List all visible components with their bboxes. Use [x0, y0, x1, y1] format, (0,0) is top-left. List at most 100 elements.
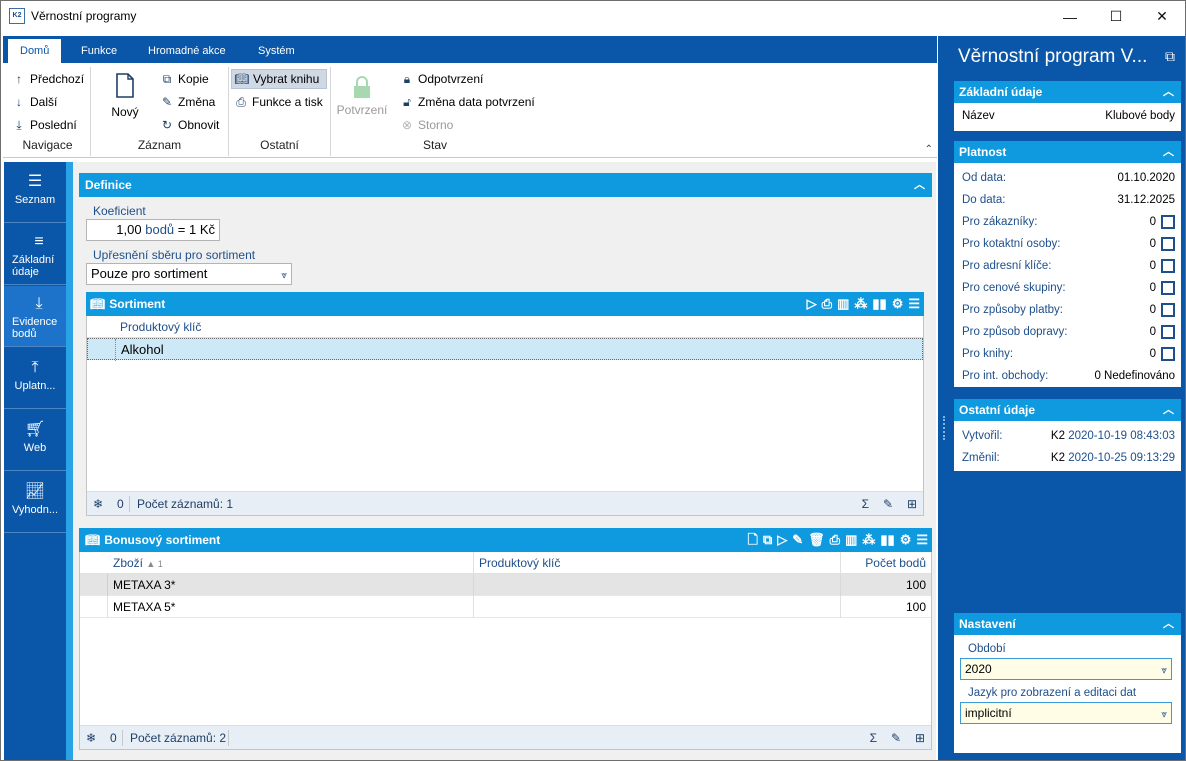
table-row[interactable]: METAXA 3* 100	[80, 574, 931, 596]
edit-icon[interactable]: ✎	[883, 492, 893, 516]
nav-vyhodnoceni[interactable]: 📈︎ Vyhodn...	[4, 472, 66, 533]
refresh-button[interactable]: ↻ Obnovit	[159, 115, 219, 135]
add-table-icon[interactable]: ⊞	[915, 726, 925, 750]
collapse-icon[interactable]: ︿	[1163, 86, 1175, 98]
nav-evidence-bodu[interactable]: ⤓ Evidence bodů	[4, 286, 66, 347]
refresh-label: Obnovit	[178, 118, 220, 132]
edit-icon[interactable]: ✎	[891, 726, 901, 750]
table-row[interactable]: Alkohol	[87, 338, 923, 361]
unconfirm-button[interactable]: 🔒︎ Odpotvrzení	[399, 69, 484, 89]
lang-select[interactable]: implicitní ⩔	[960, 702, 1172, 724]
add-table-icon[interactable]: ⊞	[907, 492, 917, 516]
upload-icon: ⤒	[31, 359, 39, 376]
coef-field[interactable]: 1,00 bodů = 1 Kč	[86, 219, 220, 241]
validity-checkbox[interactable]	[1161, 214, 1175, 229]
col-points[interactable]: Počet bodů	[841, 552, 931, 574]
nav-seznam[interactable]: ☰ Seznam	[4, 162, 66, 223]
gear-icon[interactable]: ⚙	[892, 292, 904, 316]
cell-product-key	[474, 596, 841, 618]
menu-icon[interactable]: ☰	[916, 528, 928, 552]
next-button[interactable]: ↓ Další	[11, 92, 57, 112]
choose-book-button[interactable]: 📖︎ Vybrat knihu	[231, 69, 327, 89]
refresh-icon: ↻	[161, 118, 173, 132]
collapse-icon[interactable]: ︿	[914, 179, 926, 191]
bar-chart-icon[interactable]: ▥	[845, 528, 857, 552]
collapse-icon[interactable]: ︿	[1163, 404, 1175, 416]
validity-checkbox[interactable]	[1161, 302, 1175, 317]
columns-icon[interactable]: ▮▮	[872, 292, 886, 316]
pane-splitter[interactable]	[938, 36, 950, 760]
group-icon[interactable]: ⁂	[854, 292, 867, 316]
collapse-ribbon-icon[interactable]: ⌃	[925, 144, 933, 155]
col-goods[interactable]: Zboží ▲ 1	[108, 552, 474, 574]
close-button[interactable]: ✕	[1139, 1, 1185, 32]
play-icon[interactable]: ▷	[807, 292, 817, 316]
tab-hromadne-akce[interactable]: Hromadné akce	[136, 39, 238, 63]
snowflake-icon[interactable]: ❄	[86, 726, 96, 750]
prev-button[interactable]: ↑ Předchozí	[11, 69, 84, 89]
menu-icon[interactable]: ☰	[908, 292, 920, 316]
validity-item-value: 0	[1149, 282, 1156, 294]
printer-icon[interactable]: ⎙	[830, 528, 840, 552]
copy-icon[interactable]: ⧉	[763, 528, 772, 552]
book-icon: 📖︎	[90, 297, 106, 311]
changed-label: Změnil:	[962, 452, 1000, 464]
maximize-button[interactable]: ☐	[1093, 1, 1139, 32]
col-product-key[interactable]: Produktový klíč	[115, 316, 201, 338]
record-group: Nový ⧉ Kopie ✎ Změna ↻ Obnovit Záznam	[91, 67, 229, 156]
tab-domu[interactable]: Domů	[8, 39, 62, 63]
external-link-icon[interactable]: ⧉	[1165, 48, 1175, 65]
trash-icon[interactable]: 🗑︎	[808, 528, 825, 552]
row-selector[interactable]	[88, 339, 116, 361]
cell-goods: METAXA 3*	[108, 574, 474, 596]
period-select[interactable]: 2020 ⩔	[960, 658, 1172, 680]
row-selector[interactable]	[80, 574, 108, 596]
group-icon[interactable]: ⁂	[862, 528, 875, 552]
copy-label: Kopie	[178, 72, 209, 86]
name-label: Název	[962, 110, 995, 122]
columns-icon[interactable]: ▮▮	[880, 528, 894, 552]
storno-button[interactable]: ⊗ Storno	[399, 115, 453, 135]
validity-item-customers: Pro zákazníky: 0	[954, 211, 1181, 233]
tab-system[interactable]: Systém	[246, 39, 307, 63]
new-label: Nový	[111, 105, 139, 119]
tab-funkce[interactable]: Funkce	[69, 39, 129, 63]
col-product-key[interactable]: Produktový klíč	[474, 552, 841, 574]
name-row: Název Klubové body	[954, 105, 1181, 127]
change-date-button[interactable]: 🔓︎ Změna data potvrzení	[399, 92, 535, 112]
new-button[interactable]: Nový	[105, 73, 145, 119]
nav-web[interactable]: 🛒︎ Web	[4, 410, 66, 471]
sum-icon[interactable]: Σ	[862, 492, 869, 516]
nav-uplatneni[interactable]: ⤒ Uplatn...	[4, 348, 66, 409]
nav-vyhodnoceni-label: Vyhodn...	[11, 504, 59, 516]
nav-zakladni-udaje[interactable]: ≡ Základní údaje	[4, 224, 66, 285]
play-icon[interactable]: ▷	[777, 528, 787, 552]
functions-print-button[interactable]: ⎙ Funkce a tisk	[233, 92, 323, 112]
pencil-icon[interactable]: ✎	[792, 528, 803, 552]
minimize-button[interactable]: —	[1047, 1, 1093, 32]
collapse-icon[interactable]: ︿	[1163, 618, 1175, 630]
refine-select[interactable]: Pouze pro sortiment ⩔	[86, 263, 292, 285]
validity-checkbox[interactable]	[1161, 280, 1175, 295]
new-doc-icon[interactable]: 🗋︎	[748, 528, 758, 552]
row-selector[interactable]	[80, 596, 108, 618]
table-row[interactable]: METAXA 5* 100	[80, 596, 931, 618]
validity-checkbox[interactable]	[1161, 346, 1175, 361]
gear-icon[interactable]: ⚙	[900, 528, 912, 552]
printer-icon[interactable]: ⎙	[822, 292, 832, 316]
change-button[interactable]: ✎ Změna	[159, 92, 215, 112]
validity-item-label: Pro způsob dopravy:	[962, 326, 1068, 338]
validity-checkbox[interactable]	[1161, 324, 1175, 339]
validity-checkbox[interactable]	[1161, 258, 1175, 273]
validity-checkbox[interactable]	[1161, 236, 1175, 251]
created-row: Vytvořil: K2 2020-10-19 08:43:03	[954, 425, 1181, 447]
collapse-icon[interactable]: ︿	[1163, 146, 1175, 158]
bar-chart-icon[interactable]: ▥	[837, 292, 849, 316]
name-value: Klubové body	[1105, 110, 1175, 122]
last-button[interactable]: ⤓ Poslední	[11, 115, 76, 135]
dropdown-icon: ⩔	[1161, 709, 1167, 720]
copy-button[interactable]: ⧉ Kopie	[159, 69, 209, 89]
confirm-button[interactable]: Potvrzení	[335, 75, 389, 117]
sum-icon[interactable]: Σ	[870, 726, 877, 750]
snowflake-icon[interactable]: ❄	[93, 492, 103, 516]
